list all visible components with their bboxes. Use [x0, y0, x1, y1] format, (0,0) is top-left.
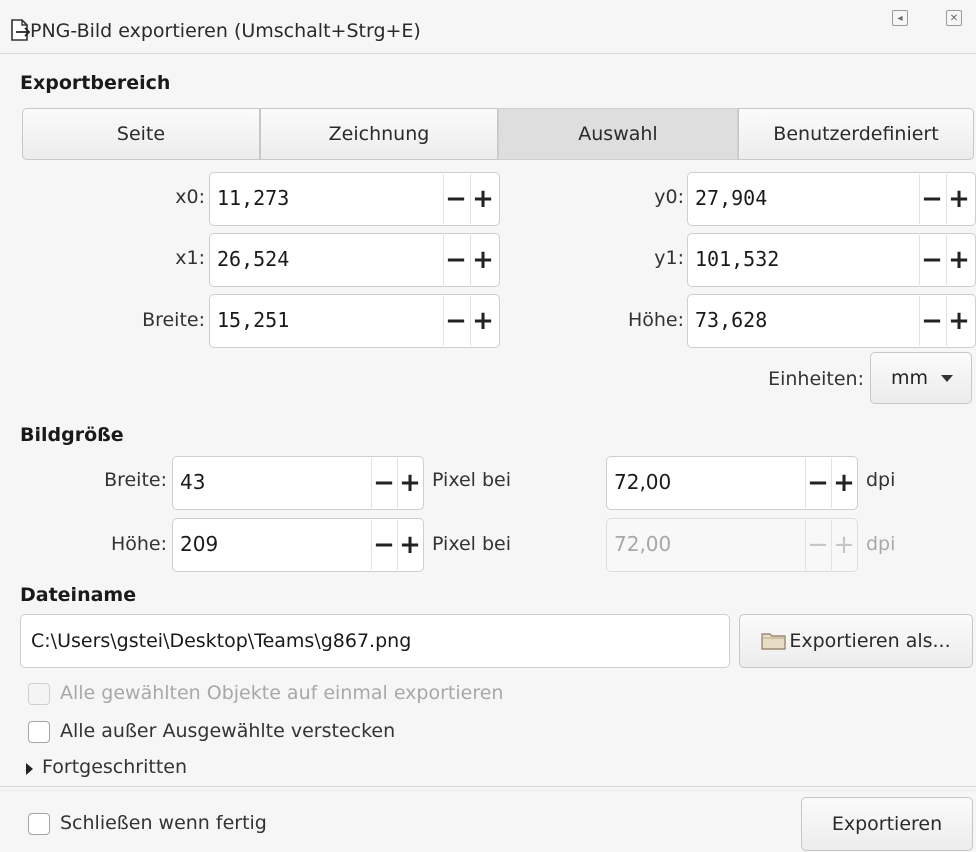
dpi-unit-label: dpi — [866, 469, 896, 491]
y0-spinbox[interactable]: 27,904 − + — [687, 172, 976, 226]
hide-others-label: Alle außer Ausgewählte verstecken — [60, 720, 396, 742]
y1-value[interactable]: 101,532 — [695, 247, 779, 271]
batch-export-label: Alle gewählten Objekte auf einmal export… — [60, 682, 504, 704]
filename-heading: Dateiname — [20, 584, 137, 606]
x1-decrement-button[interactable]: − — [444, 243, 468, 277]
area-width-decrement-button[interactable]: − — [444, 304, 468, 338]
area-height-value[interactable]: 73,628 — [695, 308, 767, 332]
close-button[interactable]: ✕ — [946, 10, 962, 26]
close-when-done-checkbox[interactable] — [28, 813, 50, 835]
image-height-label: Höhe: — [110, 533, 167, 555]
x0-decrement-button[interactable]: − — [444, 182, 468, 216]
x0-spinbox[interactable]: 11,273 − + — [209, 172, 500, 226]
x1-spinbox[interactable]: 26,524 − + — [209, 233, 500, 287]
dpi-increment-button-disabled: + — [833, 530, 855, 560]
dpi-increment-button[interactable]: + — [832, 466, 856, 500]
y1-label: y1: — [654, 247, 684, 269]
close-when-done-label: Schließen wenn fertig — [60, 812, 267, 834]
area-height-label: Höhe: — [627, 309, 684, 331]
image-width-value[interactable]: 43 — [180, 470, 205, 494]
image-height-decrement-button[interactable]: − — [372, 528, 396, 562]
filename-value[interactable]: C:\Users\gstei\Desktop\Teams\g867.png — [31, 630, 411, 652]
batch-export-checkbox[interactable] — [28, 683, 50, 705]
area-width-increment-button[interactable]: + — [471, 304, 495, 338]
y0-decrement-button[interactable]: − — [920, 182, 944, 216]
divider — [0, 790, 976, 791]
tab-drawing[interactable]: Zeichnung — [260, 108, 498, 160]
export-as-label: Exportieren als... — [789, 630, 951, 652]
x1-label: x1: — [175, 247, 205, 269]
x0-increment-button[interactable]: + — [471, 182, 495, 216]
y0-increment-button[interactable]: + — [947, 182, 971, 216]
dpi-decrement-button[interactable]: − — [806, 466, 830, 500]
area-width-value[interactable]: 15,251 — [217, 308, 289, 332]
image-width-spinbox[interactable]: 43 − + — [172, 456, 424, 510]
pixel-at-label: Pixel bei — [432, 469, 512, 491]
image-height-spinbox[interactable]: 209 − + — [172, 518, 424, 572]
x1-value[interactable]: 26,524 — [217, 247, 289, 271]
units-dropdown[interactable]: mm — [870, 352, 972, 404]
dpi-unit-label-2: dpi — [866, 533, 896, 555]
export-area-heading: Exportbereich — [20, 72, 171, 94]
y0-value[interactable]: 27,904 — [695, 186, 767, 210]
image-width-increment-button[interactable]: + — [398, 466, 422, 500]
collapse-icon: ◂ — [897, 12, 903, 24]
area-height-decrement-button[interactable]: − — [920, 304, 944, 338]
advanced-label: Fortgeschritten — [42, 756, 187, 778]
dpi-value-disabled: 72,00 — [614, 532, 672, 556]
dialog-title: PNG-Bild exportieren (Umschalt+Strg+E) — [30, 20, 421, 42]
triangle-right-icon — [26, 763, 33, 775]
x1-increment-button[interactable]: + — [471, 243, 495, 277]
y0-label: y0: — [654, 186, 684, 208]
export-button[interactable]: Exportieren — [801, 797, 973, 851]
dpi-spinbox[interactable]: 72,00 − + — [606, 456, 858, 510]
image-width-decrement-button[interactable]: − — [372, 466, 396, 500]
divider — [0, 786, 976, 787]
area-width-spinbox[interactable]: 15,251 − + — [209, 294, 500, 348]
tab-custom[interactable]: Benutzerdefiniert — [738, 108, 974, 160]
image-height-value[interactable]: 209 — [180, 532, 218, 556]
dpi-spinbox-disabled: 72,00 − + — [606, 518, 858, 572]
dock-button[interactable]: ◂ — [892, 10, 908, 26]
image-width-label: Breite: — [104, 469, 167, 491]
folder-icon — [761, 633, 786, 650]
area-width-label: Breite: — [142, 309, 205, 331]
x0-label: x0: — [175, 186, 205, 208]
units-label: Einheiten: — [768, 368, 864, 390]
pixel-at-label-2: Pixel bei — [432, 533, 512, 555]
document-export-icon — [11, 19, 31, 41]
hide-others-checkbox[interactable] — [28, 721, 50, 743]
close-icon: ✕ — [949, 12, 959, 24]
chevron-down-icon — [941, 375, 953, 382]
x0-value[interactable]: 11,273 — [217, 186, 289, 210]
dpi-decrement-button-disabled: − — [807, 530, 829, 560]
y1-increment-button[interactable]: + — [947, 243, 971, 277]
y1-spinbox[interactable]: 101,532 − + — [687, 233, 976, 287]
tab-page[interactable]: Seite — [22, 108, 260, 160]
units-value: mm — [891, 367, 929, 389]
dpi-value[interactable]: 72,00 — [614, 470, 671, 494]
area-height-increment-button[interactable]: + — [947, 304, 971, 338]
advanced-expander[interactable]: Fortgeschritten — [22, 756, 222, 782]
tab-selection[interactable]: Auswahl — [498, 108, 738, 160]
y1-decrement-button[interactable]: − — [920, 243, 944, 277]
image-height-increment-button[interactable]: + — [398, 528, 422, 562]
area-height-spinbox[interactable]: 73,628 − + — [687, 294, 976, 348]
filename-input[interactable]: C:\Users\gstei\Desktop\Teams\g867.png — [20, 614, 730, 668]
image-size-heading: Bildgröße — [20, 424, 124, 446]
export-as-button[interactable]: Exportieren als... — [739, 614, 973, 668]
